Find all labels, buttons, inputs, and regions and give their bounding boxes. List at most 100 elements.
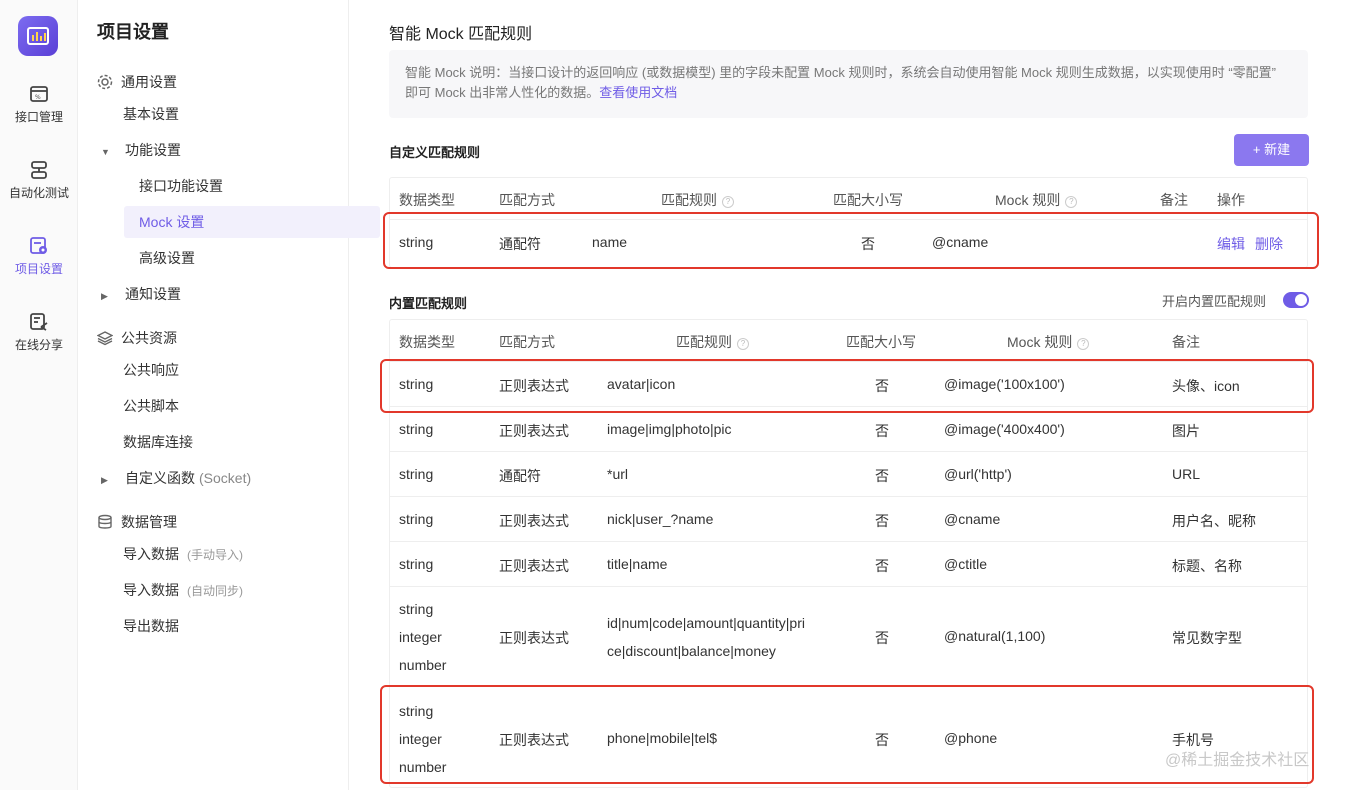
rail-item-automation[interactable]: 自动化测试 [0,160,78,216]
automation-icon [31,161,47,179]
cell-mock: @cname [932,234,989,250]
cell-case: 否 [875,423,889,439]
share-icon [30,313,48,331]
sidebar-group-public: 公共资源 [97,322,177,354]
table-row: string 通配符 name 否 @cname 编辑 删除 [390,220,1307,267]
sidebar-group-label: 公共资源 [121,330,177,346]
edit-button[interactable]: 编辑 [1217,236,1245,252]
header-cell: 匹配方式 [499,192,555,208]
cell-method: 通配符 [499,468,541,484]
sidebar-item-label: 通知设置 [125,286,181,302]
left-rail: % 接口管理 自动化测试 项目设置 在线分享 [0,0,78,790]
page-title: 智能 Mock 匹配规则 [389,26,533,43]
sidebar-title: 项目设置 [97,22,169,42]
type-line: number [399,657,447,673]
sidebar-item-notify[interactable]: ▶ 通知设置 [101,278,181,310]
type-line: string [399,703,434,719]
sidebar-item-features[interactable]: ▼ 功能设置 [101,134,181,166]
header-cell: 备注 [1160,192,1188,208]
rail-label: 在线分享 [14,338,63,352]
cell-mock: @ctitle [944,556,987,572]
cell-case: 否 [875,468,889,484]
cell-method: 正则表达式 [499,378,569,394]
sidebar-item-label: 功能设置 [125,142,181,158]
header-cell: 匹配方式 [499,334,555,350]
rail-item-api[interactable]: % 接口管理 [0,84,78,140]
help-icon[interactable]: ? [737,338,749,350]
cell-note: 头像、icon [1172,378,1240,394]
cell-mock: @image('400x400') [944,421,1065,437]
custom-rules-title: 自定义匹配规则 [389,145,481,160]
cell-method: 正则表达式 [499,732,569,748]
builtin-toggle-label: 开启内置匹配规则 [1162,294,1267,309]
cell-mock: @natural(1,100) [944,628,1046,644]
header-cell: 备注 [1172,334,1200,350]
sidebar-item-db-conn[interactable]: 数据库连接 [123,426,193,458]
description-text: 智能 Mock 说明：当接口设计的返回响应 (或数据模型) 里的字段未配置 Mo… [405,65,1277,100]
cell-rule: *url [607,466,629,482]
custom-rules-table: 数据类型 匹配方式 匹配规则? 匹配大小写 Mock 规则? 备注 操作 str… [389,177,1308,268]
cell-rule: avatar|icon [607,376,676,392]
sidebar-group-label: 通用设置 [121,74,177,90]
app-logo[interactable] [18,16,58,56]
header-label: 匹配规则 [676,334,732,350]
rail-item-share[interactable]: 在线分享 [0,312,78,368]
rail-label: 项目设置 [14,262,63,276]
table-row: string integer number 正则表达式 phone|mobile… [390,687,1307,787]
cell-case: 否 [875,378,889,394]
header-cell: 操作 [1217,192,1245,208]
cell-mock: @url('http') [944,466,1012,482]
header-cell: 数据类型 [399,192,455,208]
cell-method: 正则表达式 [499,630,569,646]
sidebar-item-public-response[interactable]: 公共响应 [123,354,179,386]
type-line: number [399,759,447,775]
help-icon[interactable]: ? [722,196,734,208]
caret-right-icon: ▶ [101,291,108,301]
help-icon[interactable]: ? [1077,338,1090,350]
table-row: string 正则表达式 nick|user_?name 否 @cname 用户… [390,497,1307,542]
new-rule-button[interactable]: + 新建 [1234,134,1309,166]
cell-rule: title|name [607,556,668,572]
table-header: 数据类型 匹配方式 匹配规则? 匹配大小写 Mock 规则? 备注 [390,320,1307,362]
header-cell-rule: 匹配规则? [676,332,749,352]
app-root: % 接口管理 自动化测试 项目设置 在线分享 项目设置 通用设置 基本设置 ▼ 功… [0,0,1348,790]
cell-method: 正则表达式 [499,513,569,529]
sidebar-item-public-script[interactable]: 公共脚本 [123,390,179,422]
help-icon[interactable]: ? [1065,196,1078,208]
sidebar-item-import-manual[interactable]: 导入数据 (手动导入) [123,538,243,570]
caret-right-icon: ▶ [101,475,108,485]
header-label: Mock 规则 [995,192,1061,208]
delete-button[interactable]: 删除 [1255,236,1283,252]
cell-method: 通配符 [499,236,541,252]
header-cell-mock: Mock 规则? [1007,332,1090,352]
sidebar-item-advanced[interactable]: 高级设置 [139,242,195,274]
sidebar-item-suffix: (Socket) [199,470,252,486]
rule-line: id|num|code|amount|quantity|pri [607,615,805,631]
sidebar-item-basic[interactable]: 基本设置 [123,98,179,130]
sidebar-item-mock[interactable]: Mock 设置 [124,206,380,238]
cell-mock: @image('100x100') [944,376,1065,392]
rail-item-project-settings[interactable]: 项目设置 [0,236,78,292]
sidebar-item-custom-func[interactable]: ▶ 自定义函数 (Socket) [101,462,251,494]
sidebar-group-general: 通用设置 [97,66,177,98]
watermark: @稀土掘金技术社区 [1165,752,1310,769]
cell-note: 常见数字型 [1172,630,1242,646]
type-line: integer [399,629,442,645]
cell-rule: phone|mobile|tel$ [607,730,718,746]
cell-type: string [399,511,434,527]
table-row: string 正则表达式 title|name 否 @ctitle 标题、名称 [390,542,1307,587]
docs-link[interactable]: 查看使用文档 [599,85,677,100]
table-header: 数据类型 匹配方式 匹配规则? 匹配大小写 Mock 规则? 备注 操作 [390,178,1307,220]
caret-down-icon: ▼ [101,147,110,157]
rule-line: ce|discount|balance|money [607,643,776,659]
sidebar-item-api-features[interactable]: 接口功能设置 [139,170,223,202]
builtin-toggle-switch[interactable] [1283,292,1309,308]
sidebar-item-export[interactable]: 导出数据 [123,610,179,642]
cell-types: string integer number [399,595,446,679]
settings-sidebar: 项目设置 通用设置 基本设置 ▼ 功能设置 接口功能设置 Mock 设置 高级设置… [79,0,380,790]
table-row: string integer number 正则表达式 id|num|code|… [390,587,1307,687]
api-icon: % [30,86,48,102]
sidebar-item-import-auto[interactable]: 导入数据 (自动同步) [123,574,243,606]
sidebar-item-label: 导入数据 [123,582,179,598]
sidebar-item-label: 导入数据 [123,546,179,562]
